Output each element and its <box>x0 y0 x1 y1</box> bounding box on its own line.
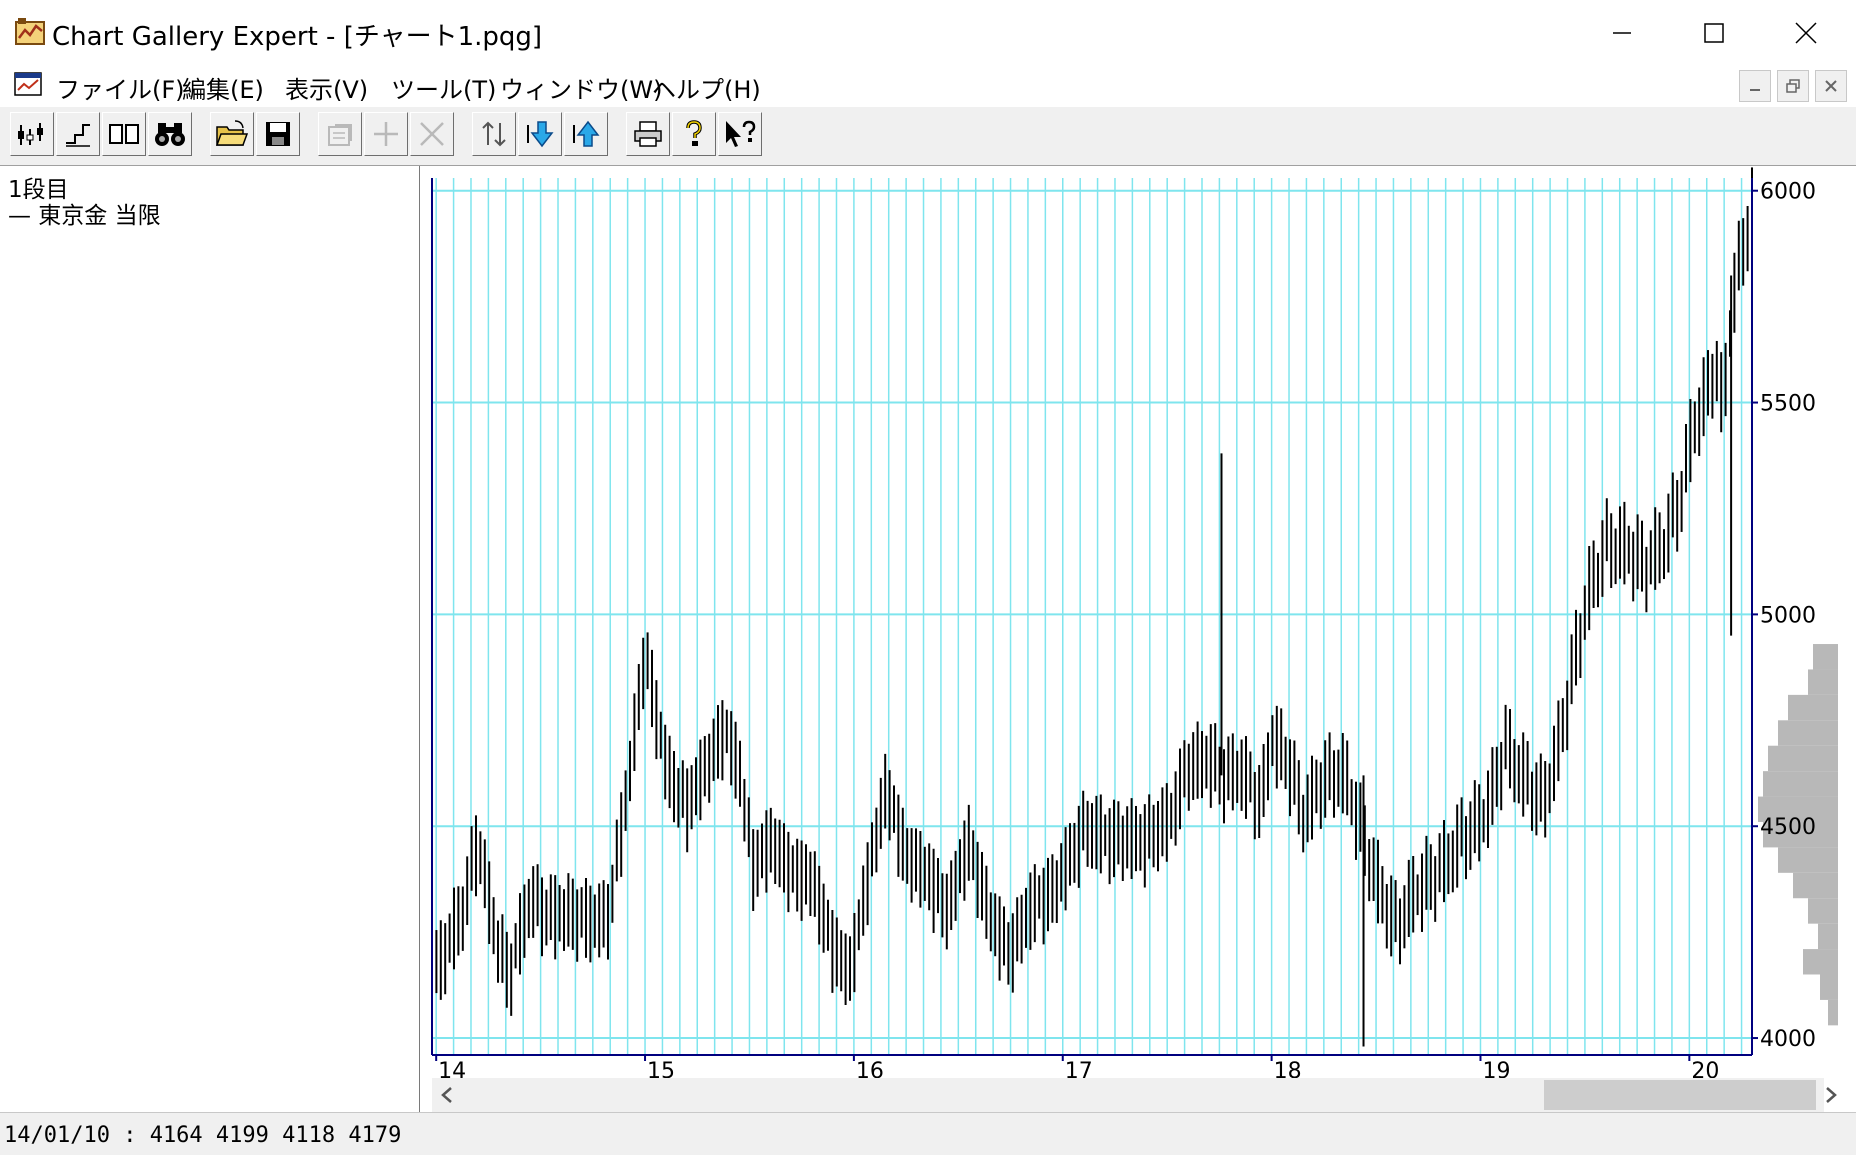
candlestick-chart-button[interactable] <box>10 112 54 156</box>
scroll-left-button[interactable] <box>434 1082 460 1108</box>
move-down-button[interactable] <box>518 112 562 156</box>
menu-help[interactable]: ヘルプ(H) <box>652 70 761 105</box>
right-edge-strip <box>1838 166 1856 1078</box>
menu-tools[interactable]: ツール(T) <box>391 70 496 105</box>
help-icon <box>686 120 702 146</box>
window-title: Chart Gallery Expert - [チャート1.pqg] <box>52 22 543 52</box>
step-line-button[interactable] <box>56 112 100 156</box>
delete-button[interactable] <box>410 112 454 156</box>
series-legend-entry[interactable]: — 東京金 当限 <box>8 196 161 230</box>
chart-pane <box>428 166 1856 1112</box>
properties-icon <box>328 124 352 146</box>
move-up-button[interactable] <box>564 112 608 156</box>
menu-window[interactable]: ウィンドウ(W) <box>500 70 662 105</box>
chevron-right-icon <box>1826 1087 1837 1103</box>
move-button[interactable] <box>472 112 516 156</box>
close-button[interactable] <box>1760 0 1852 66</box>
candlestick-chart-icon <box>18 123 43 145</box>
maximize-button[interactable] <box>1668 0 1760 66</box>
find-button[interactable] <box>148 112 192 156</box>
scroll-thumb[interactable] <box>1544 1080 1816 1110</box>
add-button[interactable] <box>364 112 408 156</box>
menu-file[interactable]: ファイル(F) <box>56 70 185 105</box>
menu-view[interactable]: 表示(V) <box>285 70 368 105</box>
save-disk-icon <box>266 122 290 146</box>
two-pane-icon <box>109 124 139 144</box>
close-icon <box>1825 80 1837 92</box>
open-button[interactable] <box>210 112 254 156</box>
help-button[interactable] <box>672 112 716 156</box>
chevron-left-icon <box>441 1087 452 1103</box>
arrow-down-icon <box>527 121 554 148</box>
maximize-icon <box>1704 23 1724 43</box>
status-ohlc-readout: 14/01/10 : 4164 4199 4118 4179 <box>4 1123 402 1148</box>
printer-icon <box>634 121 662 147</box>
legend-pane <box>0 166 420 1112</box>
scroll-right-button[interactable] <box>1818 1082 1844 1108</box>
context-help-icon <box>726 120 756 147</box>
arrow-up-icon <box>573 120 600 147</box>
menu-edit[interactable]: 編集(E) <box>182 70 264 105</box>
binoculars-icon <box>155 123 185 146</box>
save-button[interactable] <box>256 112 300 156</box>
open-folder-icon <box>215 120 249 146</box>
document-menu-icon[interactable] <box>14 70 42 98</box>
move-icon <box>482 121 506 147</box>
close-icon <box>1795 22 1817 44</box>
context-help-button[interactable] <box>718 112 762 156</box>
minimize-icon <box>1750 89 1760 91</box>
delete-icon <box>420 122 444 146</box>
print-button[interactable] <box>626 112 670 156</box>
menu-bar <box>0 66 1856 108</box>
step-line-icon <box>66 124 90 147</box>
properties-button[interactable] <box>318 112 362 156</box>
minimize-icon <box>1613 32 1631 34</box>
mdi-restore-button[interactable] <box>1777 70 1809 102</box>
restore-icon <box>1786 79 1800 93</box>
minimize-button[interactable] <box>1576 0 1668 66</box>
two-pane-button[interactable] <box>102 112 146 156</box>
add-icon <box>374 122 398 146</box>
mdi-close-button[interactable] <box>1815 70 1847 102</box>
app-icon[interactable] <box>14 16 46 48</box>
mdi-minimize-button[interactable] <box>1739 70 1771 102</box>
